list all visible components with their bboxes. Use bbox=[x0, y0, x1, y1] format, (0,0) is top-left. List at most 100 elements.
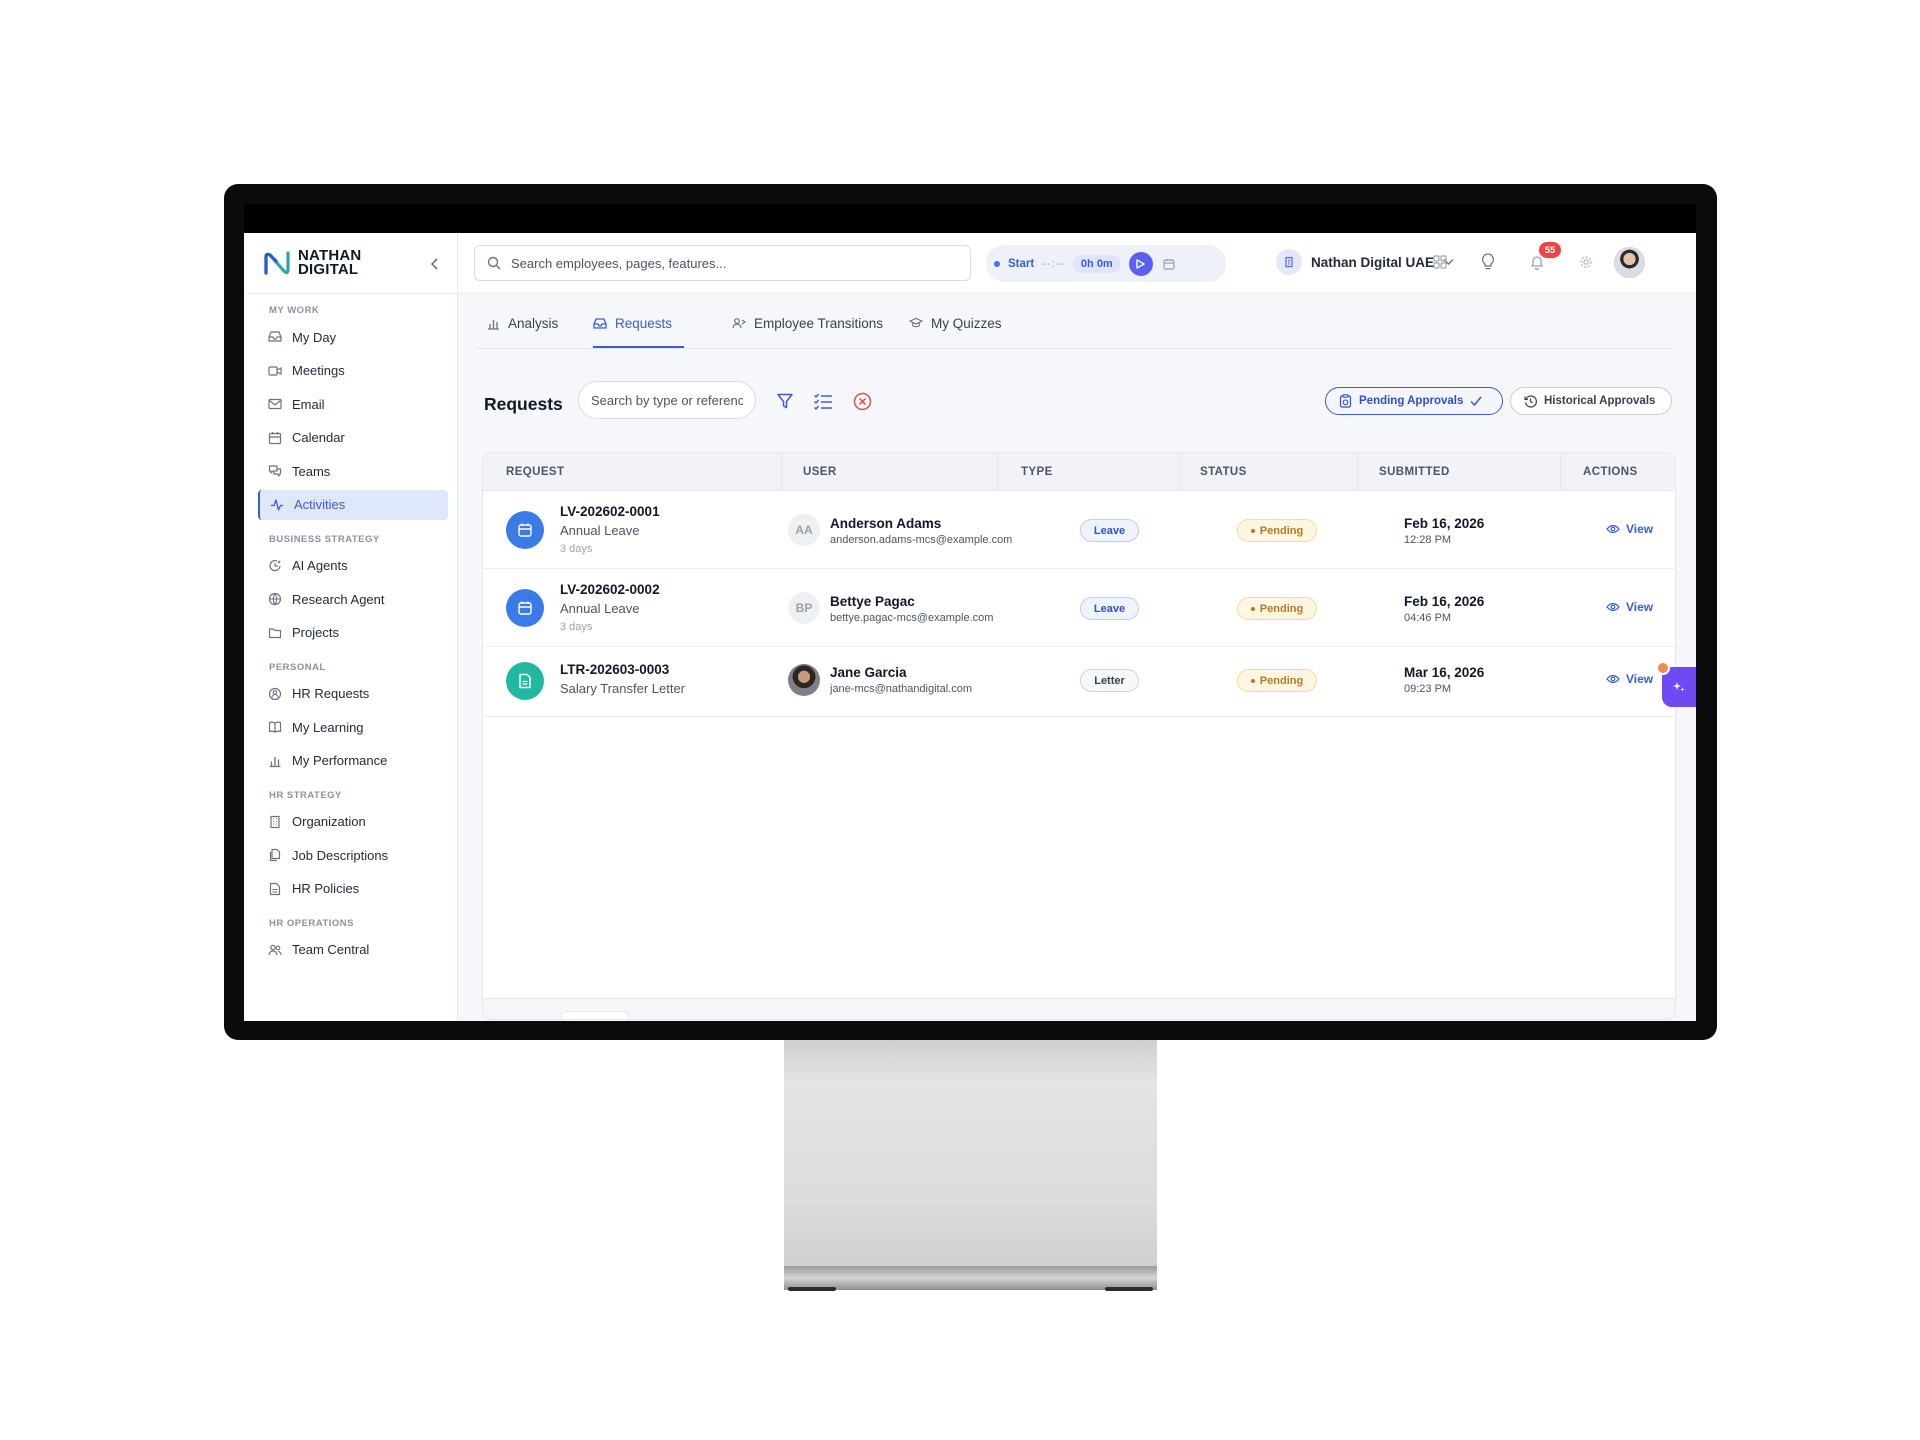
submitted-time: 09:23 PM bbox=[1404, 683, 1452, 695]
sidebar-item-hr-policies[interactable]: HR Policies bbox=[258, 874, 448, 904]
clipboard-clock-icon bbox=[1339, 394, 1352, 408]
timesheet-button[interactable] bbox=[1161, 256, 1177, 272]
timer-start-button[interactable]: Start bbox=[1008, 258, 1034, 270]
calendar-icon bbox=[1163, 258, 1175, 270]
table-row[interactable]: LV-202602-0002 Annual Leave 3 days BP Be… bbox=[483, 569, 1675, 647]
sidebar-item-label: My Day bbox=[292, 329, 337, 345]
request-id: LTR-202603-0003 bbox=[560, 662, 670, 677]
collapse-sidebar-button[interactable] bbox=[424, 253, 446, 275]
filter-button[interactable] bbox=[774, 390, 796, 412]
view-button[interactable]: View bbox=[1606, 672, 1653, 686]
sidebar-item-label: Job Descriptions bbox=[292, 847, 389, 863]
active-tab-indicator bbox=[593, 346, 684, 348]
historical-approvals-button[interactable]: Historical Approvals bbox=[1510, 387, 1672, 415]
sidebar-item-team-central[interactable]: Team Central bbox=[258, 935, 448, 965]
sidebar-item-label: Team Central bbox=[292, 942, 370, 957]
status-label: Pending bbox=[1259, 524, 1304, 537]
folder-icon bbox=[268, 626, 282, 640]
history-icon bbox=[1524, 394, 1537, 408]
sidebar-section-title: MY WORK bbox=[269, 305, 320, 316]
eye-icon bbox=[1606, 602, 1620, 612]
timer-play-button[interactable] bbox=[1128, 251, 1153, 276]
eye-icon bbox=[1606, 524, 1620, 534]
logo[interactable]: NATHAN DIGITAL bbox=[262, 248, 361, 277]
user-avatar[interactable] bbox=[1614, 247, 1645, 278]
requests-search[interactable] bbox=[578, 381, 756, 419]
sidebar-item-projects[interactable]: Projects bbox=[258, 618, 448, 648]
settings-button[interactable] bbox=[1576, 252, 1596, 272]
play-icon bbox=[1136, 258, 1145, 269]
users-icon bbox=[268, 943, 282, 957]
column-header-type: TYPE bbox=[1021, 466, 1053, 478]
sidebar-item-my-day[interactable]: My Day bbox=[258, 322, 448, 352]
sidebar-item-research-agent[interactable]: Research Agent bbox=[258, 584, 448, 614]
tab-my-quizzes[interactable]: My Quizzes bbox=[909, 297, 1002, 349]
logo-mark-icon bbox=[264, 251, 290, 275]
column-header-user: USER bbox=[803, 466, 837, 478]
sidebar-item-meetings[interactable]: Meetings bbox=[258, 356, 448, 386]
sidebar-item-my-learning[interactable]: My Learning bbox=[258, 712, 448, 742]
calendar-icon bbox=[506, 511, 544, 549]
status-badge: Pending bbox=[1237, 519, 1317, 542]
table-row[interactable]: LTR-202603-0003 Salary Transfer Letter J… bbox=[483, 647, 1675, 717]
ideas-button[interactable] bbox=[1478, 252, 1498, 272]
sidebar-item-activities[interactable]: Activities bbox=[258, 489, 448, 520]
pending-approvals-button[interactable]: Pending Approvals bbox=[1325, 387, 1503, 415]
sidebar-item-email[interactable]: Email bbox=[258, 389, 448, 419]
submitted-date: Mar 16, 2026 bbox=[1404, 665, 1485, 680]
view-button[interactable]: View bbox=[1606, 522, 1653, 536]
request-type: Annual Leave bbox=[560, 601, 640, 616]
monitor-stand-base bbox=[784, 1266, 1157, 1290]
sidebar-item-calendar[interactable]: Calendar bbox=[258, 423, 448, 453]
stand-foot bbox=[1105, 1287, 1153, 1291]
stand-foot bbox=[788, 1287, 836, 1291]
inbox-icon bbox=[268, 330, 282, 344]
notification-count-badge: 55 bbox=[1539, 242, 1561, 258]
user-email: anderson.adams-mcs@example.com bbox=[830, 534, 1013, 546]
tab-analysis[interactable]: Analysis bbox=[486, 297, 558, 349]
calendar-icon bbox=[506, 589, 544, 627]
apps-grid-button[interactable] bbox=[1430, 252, 1450, 272]
organization-name: Nathan Digital UAE bbox=[1311, 254, 1435, 270]
sidebar-item-label: Email bbox=[292, 396, 325, 412]
bulk-select-button[interactable] bbox=[812, 390, 834, 412]
tab-employee-transitions[interactable]: Employee Transitions bbox=[732, 297, 883, 349]
global-search-input[interactable] bbox=[511, 255, 951, 271]
checklist-icon bbox=[814, 393, 832, 410]
sidebar-item-label: Projects bbox=[292, 625, 339, 640]
view-label: View bbox=[1626, 600, 1654, 614]
search-icon bbox=[487, 256, 501, 270]
submitted-date: Feb 16, 2026 bbox=[1404, 594, 1485, 609]
page-size-select[interactable] bbox=[561, 1011, 629, 1019]
sidebar-item-ai-agents[interactable]: AI Agents bbox=[258, 551, 448, 581]
sidebar-item-my-performance[interactable]: My Performance bbox=[258, 746, 448, 776]
table-header: REQUEST USER TYPE STATUS SUBMITTED ACTIO… bbox=[483, 453, 1675, 491]
organization-switcher[interactable]: Nathan Digital UAE bbox=[1276, 249, 1454, 275]
column-divider bbox=[997, 453, 998, 491]
table-row[interactable]: LV-202602-0001 Annual Leave 3 days AA An… bbox=[483, 491, 1675, 569]
tab-label: My Quizzes bbox=[931, 315, 1002, 331]
user-name: Anderson Adams bbox=[830, 516, 942, 531]
requests-search-input[interactable] bbox=[591, 392, 743, 408]
sidebar-item-job-descriptions[interactable]: Job Descriptions bbox=[258, 840, 448, 870]
clear-filters-button[interactable] bbox=[851, 390, 873, 412]
status-label: Pending bbox=[1259, 674, 1304, 687]
activity-icon bbox=[270, 498, 284, 512]
sidebar-item-label: HR Requests bbox=[292, 686, 370, 701]
request-age: 3 days bbox=[560, 543, 593, 555]
sidebar-item-label: Activities bbox=[294, 497, 346, 512]
tab-requests[interactable]: Requests bbox=[593, 297, 672, 349]
tab-bar: Analysis Requests Employee Transitions M… bbox=[476, 297, 1672, 349]
building-icon bbox=[268, 815, 282, 829]
global-search[interactable] bbox=[474, 245, 971, 281]
tab-label: Analysis bbox=[508, 315, 559, 331]
sidebar-section-title: HR OPERATIONS bbox=[269, 917, 354, 929]
status-label: Pending bbox=[1259, 602, 1304, 615]
view-button[interactable]: View bbox=[1606, 600, 1653, 614]
timer-duration: 0h 0m bbox=[1072, 254, 1121, 273]
sidebar-item-hr-requests[interactable]: HR Requests bbox=[258, 679, 448, 709]
sidebar-item-organization[interactable]: Organization bbox=[258, 807, 448, 837]
page-title: Requests bbox=[484, 394, 563, 414]
type-badge: Leave bbox=[1080, 519, 1139, 542]
sidebar-item-teams[interactable]: Teams bbox=[258, 456, 448, 486]
